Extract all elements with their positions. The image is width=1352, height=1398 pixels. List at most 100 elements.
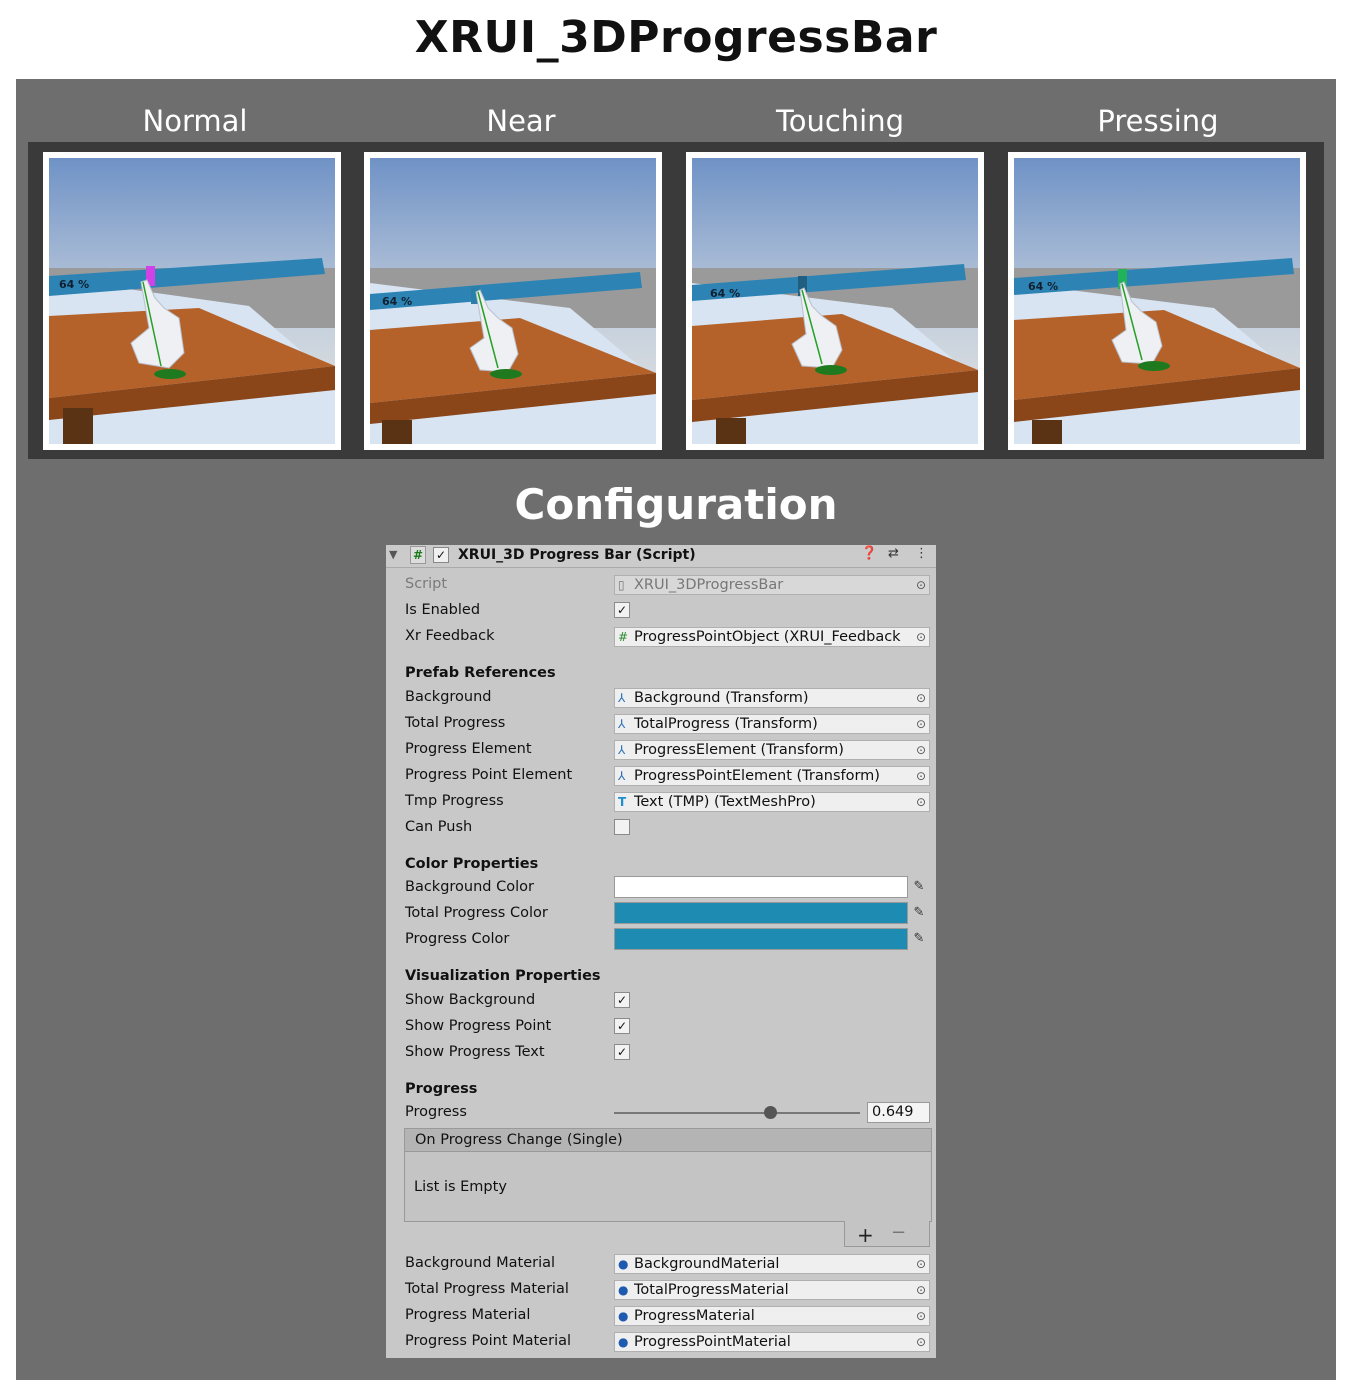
object-picker-icon[interactable]: ⊙ xyxy=(916,1281,926,1299)
background-field[interactable]: ⅄ Background (Transform) ⊙ xyxy=(614,688,930,708)
progress-element-value: ProgressElement (Transform) xyxy=(634,742,844,758)
progress-heading: Progress xyxy=(405,1081,478,1097)
progress-point-element-value: ProgressPointElement (Transform) xyxy=(634,768,880,784)
script-icon: # xyxy=(410,546,426,564)
total-progress-material-field[interactable]: ● TotalProgressMaterial ⊙ xyxy=(614,1280,930,1300)
total-progress-label: Total Progress xyxy=(405,715,506,731)
progress-slider-handle[interactable] xyxy=(764,1106,777,1119)
thumbnail-near: 64 % xyxy=(364,152,662,450)
prefab-references-heading: Prefab References xyxy=(405,665,556,681)
material-icon: ● xyxy=(618,1309,629,1323)
remove-event-button[interactable]: − xyxy=(891,1222,906,1243)
show-progress-text-checkbox[interactable]: ✓ xyxy=(614,1044,630,1060)
total-progress-color-swatch[interactable] xyxy=(614,902,908,924)
script-value: XRUI_3DProgressBar xyxy=(634,577,784,593)
total-progress-color-label: Total Progress Color xyxy=(405,905,548,921)
state-label-near: Near xyxy=(486,104,556,138)
progress-element-label: Progress Element xyxy=(405,741,532,757)
visualization-properties-heading: Visualization Properties xyxy=(405,968,601,984)
help-icon[interactable]: ❓ xyxy=(861,546,877,561)
event-list-empty-text: List is Empty xyxy=(414,1179,507,1195)
progress-text-normal: 64 % xyxy=(59,278,89,291)
script-label: Script xyxy=(405,576,448,592)
scene-pressing: 64 % xyxy=(1014,158,1300,444)
progress-slider-track[interactable] xyxy=(614,1112,860,1114)
progress-point-material-field[interactable]: ● ProgressPointMaterial ⊙ xyxy=(614,1332,930,1352)
object-picker-icon[interactable]: ⊙ xyxy=(916,628,926,646)
script-object-icon: # xyxy=(618,630,629,644)
configuration-title: Configuration xyxy=(514,480,838,529)
add-event-button[interactable]: + xyxy=(857,1223,874,1247)
progress-element-field[interactable]: ⅄ ProgressElement (Transform) ⊙ xyxy=(614,740,930,760)
object-picker-icon: ⊙ xyxy=(915,578,926,592)
object-picker-icon[interactable]: ⊙ xyxy=(916,1255,926,1273)
show-progress-point-label: Show Progress Point xyxy=(405,1018,552,1034)
progress-point-material-value: ProgressPointMaterial xyxy=(634,1334,791,1350)
progress-text-pressing: 64 % xyxy=(1028,280,1058,293)
is-enabled-label: Is Enabled xyxy=(405,602,481,618)
thumbnail-normal: 64 % xyxy=(43,152,341,450)
eyedropper-icon[interactable]: ✎ xyxy=(908,928,930,950)
total-progress-material-value: TotalProgressMaterial xyxy=(634,1282,789,1298)
on-progress-change-event-header: On Progress Change (Single) xyxy=(404,1128,932,1152)
object-picker-icon[interactable]: ⊙ xyxy=(916,793,926,811)
total-progress-field[interactable]: ⅄ TotalProgress (Transform) ⊙ xyxy=(614,714,930,734)
object-picker-icon[interactable]: ⊙ xyxy=(916,741,926,759)
state-label-normal: Normal xyxy=(142,104,248,138)
progress-value-input[interactable]: 0.649 xyxy=(867,1102,930,1123)
material-icon: ● xyxy=(618,1335,629,1349)
eyedropper-icon[interactable]: ✎ xyxy=(908,876,930,898)
progress-label: Progress xyxy=(405,1104,467,1120)
xr-feedback-value: ProgressPointObject (XRUI_Feedback xyxy=(634,629,901,645)
preset-icon[interactable]: ⇄ xyxy=(888,546,899,561)
script-field: ▯ XRUI_3DProgressBar ⊙ xyxy=(614,575,930,595)
page-title: XRUI_3DProgressBar xyxy=(414,12,938,63)
object-picker-icon[interactable]: ⊙ xyxy=(916,1333,926,1351)
progress-point-element-field[interactable]: ⅄ ProgressPointElement (Transform) ⊙ xyxy=(614,766,930,786)
show-progress-text-label: Show Progress Text xyxy=(405,1044,545,1060)
background-color-label: Background Color xyxy=(405,879,534,895)
transform-icon: ⅄ xyxy=(618,743,626,757)
foldout-arrow-icon[interactable]: ▼ xyxy=(389,548,397,561)
total-progress-material-label: Total Progress Material xyxy=(405,1281,569,1297)
progress-color-label: Progress Color xyxy=(405,931,510,947)
inspector-panel: ▼ # ✓ XRUI_3D Progress Bar (Script) ❓ ⇄ … xyxy=(386,545,936,1358)
color-properties-heading: Color Properties xyxy=(405,856,539,872)
object-picker-icon[interactable]: ⊙ xyxy=(916,767,926,785)
object-picker-icon[interactable]: ⊙ xyxy=(916,715,926,733)
progress-color-swatch[interactable] xyxy=(614,928,908,950)
progress-material-label: Progress Material xyxy=(405,1307,531,1323)
transform-icon: ⅄ xyxy=(618,769,626,783)
can-push-checkbox[interactable] xyxy=(614,819,630,835)
component-enabled-checkbox[interactable]: ✓ xyxy=(433,547,449,563)
show-background-label: Show Background xyxy=(405,992,536,1008)
progress-point-material-label: Progress Point Material xyxy=(405,1333,572,1349)
eyedropper-icon[interactable]: ✎ xyxy=(908,902,930,924)
total-progress-value: TotalProgress (Transform) xyxy=(634,716,818,732)
more-options-icon[interactable]: ⋮ xyxy=(915,546,928,561)
transform-icon: ⅄ xyxy=(618,691,626,705)
show-progress-point-checkbox[interactable]: ✓ xyxy=(614,1018,630,1034)
transform-icon: ⅄ xyxy=(618,717,626,731)
background-label: Background xyxy=(405,689,492,705)
tmp-progress-field[interactable]: T Text (TMP) (TextMeshPro) ⊙ xyxy=(614,792,930,812)
component-header[interactable]: ▼ # ✓ XRUI_3D Progress Bar (Script) ❓ ⇄ … xyxy=(386,545,936,568)
background-material-value: BackgroundMaterial xyxy=(634,1256,780,1272)
progress-material-value: ProgressMaterial xyxy=(634,1308,755,1324)
object-picker-icon[interactable]: ⊙ xyxy=(916,689,926,707)
progress-text-touching: 64 % xyxy=(710,287,740,300)
xr-feedback-field[interactable]: # ProgressPointObject (XRUI_Feedback ⊙ xyxy=(614,627,930,647)
thumbnail-touching: 64 % xyxy=(686,152,984,450)
tmp-progress-label: Tmp Progress xyxy=(405,793,504,809)
progress-point-element-label: Progress Point Element xyxy=(405,767,573,783)
material-icon: ● xyxy=(618,1257,629,1271)
object-picker-icon[interactable]: ⊙ xyxy=(916,1307,926,1325)
is-enabled-checkbox[interactable]: ✓ xyxy=(614,602,630,618)
progress-material-field[interactable]: ● ProgressMaterial ⊙ xyxy=(614,1306,930,1326)
scene-normal: 64 % xyxy=(49,158,335,444)
background-material-field[interactable]: ● BackgroundMaterial ⊙ xyxy=(614,1254,930,1274)
thumbnail-pressing: 64 % xyxy=(1008,152,1306,450)
show-background-checkbox[interactable]: ✓ xyxy=(614,992,630,1008)
background-color-swatch[interactable] xyxy=(614,876,908,898)
scene-near: 64 % xyxy=(370,158,656,444)
